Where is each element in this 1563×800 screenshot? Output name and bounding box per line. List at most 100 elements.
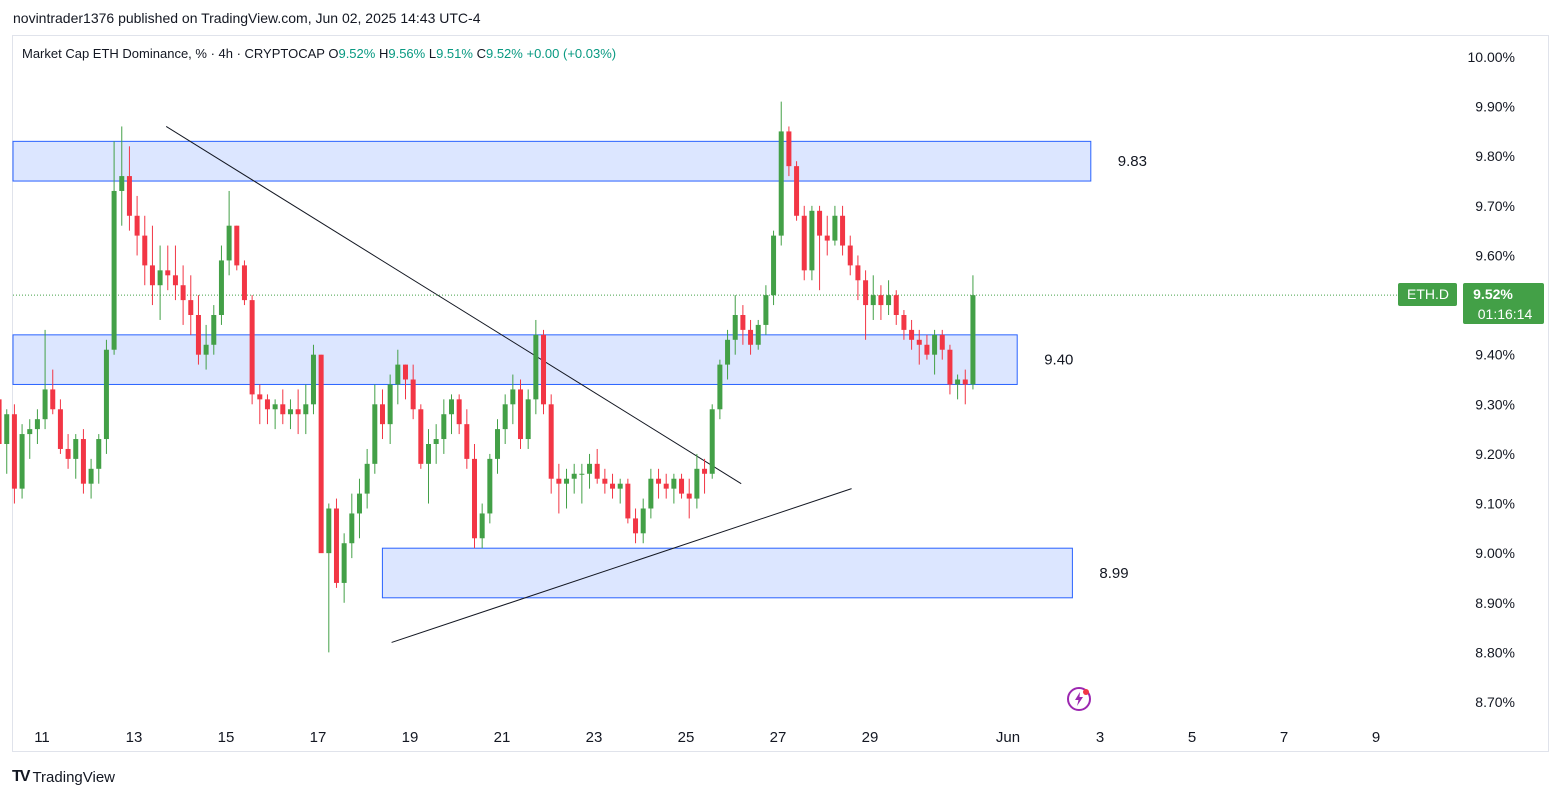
candle-body xyxy=(725,339,731,365)
candle xyxy=(495,419,501,474)
candle-body xyxy=(333,508,339,583)
candle-body xyxy=(379,404,385,425)
zone-label-1: 9.40 xyxy=(1044,352,1073,369)
candle xyxy=(702,458,708,494)
candle-body xyxy=(579,473,585,475)
candle-body xyxy=(456,399,462,425)
price-axis: 10.00%9.90%9.80%9.70%9.60%9.50%9.40%9.30… xyxy=(1468,49,1515,710)
x-tick-label: Jun xyxy=(996,729,1020,746)
candle-body xyxy=(840,215,846,246)
candle-body xyxy=(893,295,899,315)
candle-body xyxy=(65,448,71,459)
candle xyxy=(656,468,662,499)
candle xyxy=(847,235,853,276)
x-tick-label: 9 xyxy=(1372,729,1380,746)
candle-body xyxy=(832,215,838,241)
candle xyxy=(379,389,385,440)
candle xyxy=(602,468,608,494)
candle xyxy=(241,260,247,306)
x-tick-label: 15 xyxy=(218,729,235,746)
candle xyxy=(448,394,454,435)
candle xyxy=(341,533,347,603)
candle-body xyxy=(73,439,79,459)
candle xyxy=(594,448,600,484)
candle xyxy=(893,290,899,325)
support-resistance-zones xyxy=(12,140,1092,599)
legend-change: +0.00 (+0.03%) xyxy=(526,46,617,61)
candle xyxy=(310,344,316,415)
legend-open-label: O xyxy=(328,46,339,61)
candle-body xyxy=(0,399,2,444)
zone-1 xyxy=(12,334,1018,385)
x-tick-label: 3 xyxy=(1096,729,1104,746)
x-tick-label: 25 xyxy=(678,729,695,746)
candle-body xyxy=(564,478,570,484)
candle xyxy=(870,275,876,320)
lightning-badge-icon[interactable] xyxy=(1066,686,1092,712)
candle xyxy=(19,424,25,499)
candle xyxy=(587,453,593,489)
legend-low-label: L xyxy=(428,46,437,61)
candle xyxy=(195,295,201,365)
candle xyxy=(686,478,692,519)
price-chart[interactable]: 9.83 9.40 8.99 10.00% 9.90% 9.80% 9.70% 9.60% 9… xyxy=(0,0,1563,800)
zone-0 xyxy=(12,140,1092,182)
candle xyxy=(878,285,884,320)
candle xyxy=(418,404,424,469)
candle-body xyxy=(487,458,493,514)
candle xyxy=(165,245,171,291)
candle-body xyxy=(533,334,539,400)
candle xyxy=(717,359,723,420)
candle xyxy=(226,190,232,276)
legend-title: Market Cap ETH Dominance, % · 4h · CRYPT… xyxy=(22,46,325,61)
candle xyxy=(479,503,485,549)
candle-body xyxy=(556,478,562,484)
x-tick-label: 5 xyxy=(1188,729,1196,746)
candle-body xyxy=(870,295,876,306)
candle-body xyxy=(448,399,454,415)
candle xyxy=(640,498,646,544)
candle xyxy=(349,493,355,559)
candle-body xyxy=(142,235,148,266)
candle xyxy=(180,265,186,325)
candle xyxy=(617,478,623,504)
candle xyxy=(272,399,278,430)
candle-body xyxy=(464,424,470,459)
zone-labels: 9.83 9.40 8.99 xyxy=(1044,153,1147,582)
candle-body xyxy=(817,210,823,236)
candle xyxy=(441,399,447,454)
candle-body xyxy=(878,295,884,306)
candle-body xyxy=(847,245,853,266)
candle xyxy=(610,473,616,499)
candle xyxy=(771,230,777,306)
candle-body xyxy=(80,439,86,484)
candle-body xyxy=(518,389,524,440)
candle xyxy=(456,394,462,435)
candle-body xyxy=(264,399,270,410)
candle xyxy=(556,463,562,514)
candle xyxy=(579,463,585,504)
candle-body xyxy=(671,478,677,489)
candle xyxy=(548,394,554,494)
x-tick-label: 27 xyxy=(770,729,787,746)
candle-body xyxy=(356,493,362,514)
candle-body xyxy=(387,384,393,425)
candle-body xyxy=(42,389,48,420)
candle-body xyxy=(402,364,408,380)
candle-body xyxy=(970,295,976,385)
candle-body xyxy=(157,270,163,286)
candle-body xyxy=(364,463,370,494)
candle xyxy=(149,225,155,306)
candle-body xyxy=(771,235,777,296)
candle xyxy=(80,429,86,494)
y-tick-label: 9.60% xyxy=(1475,247,1515,263)
price-tag: ETH.D 9.52% 01:16:14 xyxy=(1398,283,1544,324)
candle xyxy=(27,419,33,459)
y-tick-label: 8.70% xyxy=(1475,694,1515,710)
candle xyxy=(817,205,823,291)
candle xyxy=(778,101,784,246)
candle-body xyxy=(241,265,247,301)
candle xyxy=(970,275,976,390)
candle-body xyxy=(686,493,692,499)
tradingview-logo[interactable]: TV TradingView xyxy=(12,768,115,786)
